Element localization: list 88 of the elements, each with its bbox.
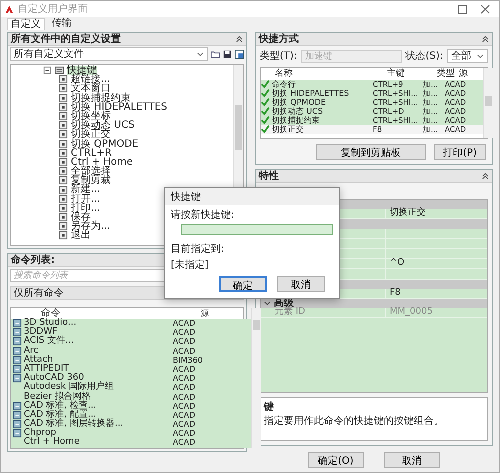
- panel-title: 特性: [259, 170, 279, 183]
- tree-item[interactable]: 切换 HIDEPALETTES: [71, 102, 168, 112]
- tree-item[interactable]: 切换捕捉约束: [71, 94, 131, 103]
- description-title: 键: [264, 400, 275, 414]
- command-name[interactable]: Ctrl + Home: [24, 438, 80, 448]
- tree-item[interactable]: 复制剪裁: [71, 176, 111, 186]
- source-cell-text: ACAD: [173, 346, 197, 356]
- window-icon[interactable]: [235, 50, 244, 58]
- source-cell-text: ACAD: [173, 410, 197, 420]
- window-title: 自定义用户界面: [18, 2, 88, 16]
- tree-item[interactable]: 另存为...: [71, 222, 111, 232]
- source-cell-text: ACAD: [173, 337, 197, 347]
- type-label: 类型(T):: [260, 50, 298, 63]
- command-name[interactable]: 3DDWF: [24, 328, 58, 338]
- assigned-value: [未指定]: [171, 258, 210, 272]
- panel-title: 所有文件中的自定义设置: [11, 32, 121, 46]
- source-cell-text: ACAD: [173, 392, 197, 402]
- app-logo-icon: [5, 4, 14, 14]
- column-header[interactable]: 源: [201, 308, 251, 319]
- source-cell-text: ACAD: [173, 374, 197, 384]
- column-header[interactable]: 类型: [437, 70, 459, 79]
- source-cell-text: ACAD: [173, 402, 197, 411]
- maximize-button[interactable]: [458, 4, 467, 14]
- toolbar-button[interactable]: 复制到剪贴板: [316, 144, 426, 160]
- command-name[interactable]: 3D Studio...: [24, 319, 77, 328]
- command-name[interactable]: ACIS 文件...: [24, 337, 74, 347]
- command-name[interactable]: CAD 标准, 图层转换器...: [24, 420, 124, 430]
- tree-item[interactable]: 切换坐标: [71, 112, 111, 122]
- source-cell-text: BIM360: [173, 356, 204, 365]
- tree-item[interactable]: 切换 QPMODE: [71, 140, 139, 149]
- scrollbar[interactable]: [251, 308, 261, 448]
- dialog-button[interactable]: 确定(O): [308, 452, 364, 468]
- close-button[interactable]: [481, 4, 490, 14]
- shortcut-input[interactable]: [181, 224, 333, 235]
- source-cell-text: ACAD: [173, 420, 197, 430]
- file-dropdown[interactable]: 所有自定义文件: [10, 47, 208, 61]
- command-name[interactable]: Chprop: [24, 429, 56, 438]
- tree-item[interactable]: 切换正交: [71, 130, 111, 140]
- scrollbar[interactable]: [483, 68, 493, 138]
- tree-item[interactable]: 超链接...: [71, 75, 111, 84]
- column-header[interactable]: 名称: [261, 70, 387, 79]
- assigned-label: 目前指定到:: [171, 242, 226, 256]
- source-cell-text: ACAD: [173, 319, 197, 328]
- dialog-button[interactable]: 确定: [219, 276, 267, 292]
- column-header[interactable]: 命令: [11, 308, 201, 319]
- command-name[interactable]: CAD 标准, 检查...: [24, 402, 97, 411]
- collapse-icon[interactable]: [482, 36, 489, 42]
- dialog-button[interactable]: 取消: [277, 276, 325, 292]
- dialog-title: 快捷键: [171, 190, 201, 204]
- column-header[interactable]: 源: [459, 70, 483, 79]
- source-cell-text: ACAD: [173, 429, 197, 438]
- tree-item[interactable]: 退出: [71, 231, 91, 241]
- tab[interactable]: 传输: [49, 18, 75, 30]
- tree-item[interactable]: 打开...: [71, 194, 101, 204]
- command-name[interactable]: Arc: [24, 346, 39, 356]
- source-cell-text: ACAD: [173, 328, 197, 338]
- command-name[interactable]: Bezier 拟合网格: [24, 392, 92, 402]
- command-name[interactable]: Autodesk 国际用户组: [24, 383, 114, 393]
- tree-item[interactable]: 文本窗口: [71, 84, 111, 94]
- collapse-icon[interactable]: [236, 36, 243, 42]
- dialog-button[interactable]: 取消: [384, 452, 440, 468]
- source-cell-text: ACAD: [173, 383, 197, 393]
- tree-item[interactable]: 新建...: [71, 185, 101, 195]
- command-name[interactable]: AutoCAD 360: [24, 374, 84, 384]
- source-cell-text: ACAD: [173, 364, 197, 374]
- tree-item[interactable]: CTRL+R: [71, 148, 112, 158]
- description-text: 指定要用作此命令的快捷键的按键组合。: [264, 414, 445, 428]
- save-icon[interactable]: [223, 50, 232, 58]
- tree-item[interactable]: 快捷键: [67, 66, 97, 76]
- collapse-toggle-icon[interactable]: [43, 66, 52, 76]
- panel-title: 命令列表:: [11, 254, 55, 267]
- source-cell-text: ACAD: [173, 438, 197, 448]
- tree-item[interactable]: 打印...: [71, 204, 101, 214]
- toolbar-button[interactable]: 打印(P): [434, 144, 486, 160]
- folder-icon[interactable]: [211, 50, 220, 58]
- command-name[interactable]: ATTIPEDIT: [24, 364, 70, 374]
- status-dropdown[interactable]: 全部: [447, 49, 488, 63]
- command-name[interactable]: Attach: [24, 356, 54, 365]
- status-label: 状态(S):: [406, 50, 444, 63]
- prompt-label: 请按新快捷键:: [171, 208, 236, 222]
- tree-item[interactable]: 切换动态 UCS: [71, 121, 135, 130]
- panel-title: 快捷方式: [259, 32, 299, 46]
- expand-chevron-icon[interactable]: [264, 300, 271, 307]
- column-header[interactable]: 主键: [387, 70, 437, 79]
- collapse-icon[interactable]: [482, 172, 489, 180]
- tree-item[interactable]: 保存: [71, 213, 91, 222]
- tree-item[interactable]: 全部选择: [71, 167, 111, 176]
- tab[interactable]: 自定义: [7, 18, 45, 30]
